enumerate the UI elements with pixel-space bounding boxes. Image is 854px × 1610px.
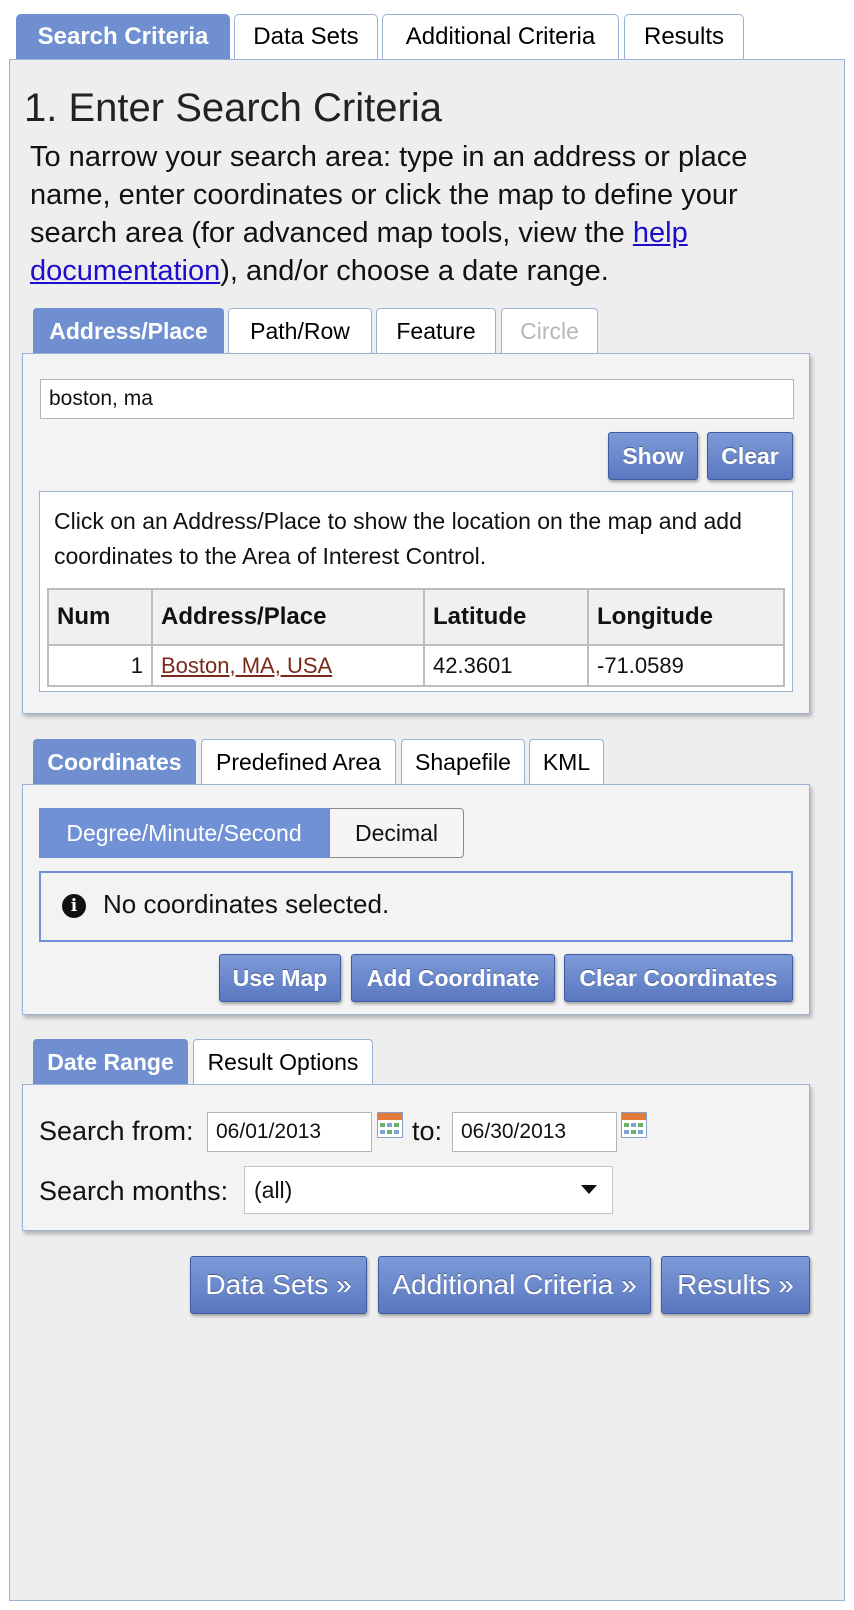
tab-date-range[interactable]: Date Range — [33, 1039, 188, 1085]
search-from-label: Search from: — [39, 1116, 194, 1146]
address-results-note: Click on an Address/Place to show the lo… — [54, 508, 742, 569]
clear-coordinates-button[interactable]: Clear Coordinates — [564, 954, 793, 1002]
calendar-icon[interactable] — [377, 1112, 403, 1138]
search-months-select[interactable]: (all) — [244, 1166, 613, 1214]
calendar-icon[interactable] — [621, 1112, 647, 1138]
table-header-row: Num Address/Place Latitude Longitude — [47, 588, 785, 646]
address-results-table: Num Address/Place Latitude Longitude 1 B… — [47, 588, 785, 687]
table-row: 1 Boston, MA, USA 42.3601 -71.0589 — [47, 644, 785, 687]
tab-search-criteria[interactable]: Search Criteria — [16, 14, 230, 60]
column-header-num: Num — [47, 588, 153, 646]
date-from-input[interactable] — [207, 1112, 372, 1152]
tab-results[interactable]: Results — [624, 14, 744, 59]
clear-button[interactable]: Clear — [707, 432, 793, 480]
chevron-down-icon — [581, 1185, 597, 1194]
to-label: to: — [412, 1116, 443, 1146]
row-place-cell: Boston, MA, USA — [151, 644, 425, 687]
row-latitude: 42.3601 — [423, 644, 589, 687]
tab-additional-criteria[interactable]: Additional Criteria — [382, 14, 619, 59]
search-months-label: Search months: — [39, 1176, 229, 1206]
intro-text: To narrow your search area: type in an a… — [30, 141, 748, 287]
address-search-input[interactable] — [40, 379, 794, 419]
tab-result-options[interactable]: Result Options — [193, 1039, 373, 1085]
row-num: 1 — [47, 644, 153, 687]
tab-coordinates[interactable]: Coordinates — [33, 739, 196, 785]
place-link[interactable]: Boston, MA, USA — [161, 653, 332, 678]
page-title: 1. Enter Search Criteria — [24, 86, 442, 130]
tab-data-sets[interactable]: Data Sets — [234, 14, 378, 59]
column-header-longitude: Longitude — [587, 588, 785, 646]
decimal-toggle[interactable]: Decimal — [329, 808, 464, 858]
tab-predefined-area[interactable]: Predefined Area — [201, 739, 396, 785]
date-to-input[interactable] — [452, 1112, 617, 1152]
tab-circle: Circle — [501, 308, 598, 354]
degree-minute-second-toggle[interactable]: Degree/Minute/Second — [39, 808, 329, 858]
row-longitude: -71.0589 — [587, 644, 785, 687]
data-sets-next-button[interactable]: Data Sets » — [190, 1256, 367, 1314]
info-icon: i — [62, 894, 86, 918]
use-map-button[interactable]: Use Map — [219, 954, 341, 1002]
tab-shapefile[interactable]: Shapefile — [401, 739, 525, 785]
no-coordinates-message: No coordinates selected. — [103, 889, 390, 919]
column-header-latitude: Latitude — [423, 588, 589, 646]
results-next-button[interactable]: Results » — [661, 1256, 810, 1314]
tab-kml[interactable]: KML — [529, 739, 604, 785]
tab-path-row[interactable]: Path/Row — [228, 308, 372, 354]
add-coordinate-button[interactable]: Add Coordinate — [351, 954, 555, 1002]
column-header-address-place: Address/Place — [151, 588, 425, 646]
tab-address-place[interactable]: Address/Place — [33, 308, 224, 354]
tab-feature[interactable]: Feature — [376, 308, 496, 354]
additional-criteria-next-button[interactable]: Additional Criteria » — [378, 1256, 651, 1314]
show-button[interactable]: Show — [608, 432, 698, 480]
